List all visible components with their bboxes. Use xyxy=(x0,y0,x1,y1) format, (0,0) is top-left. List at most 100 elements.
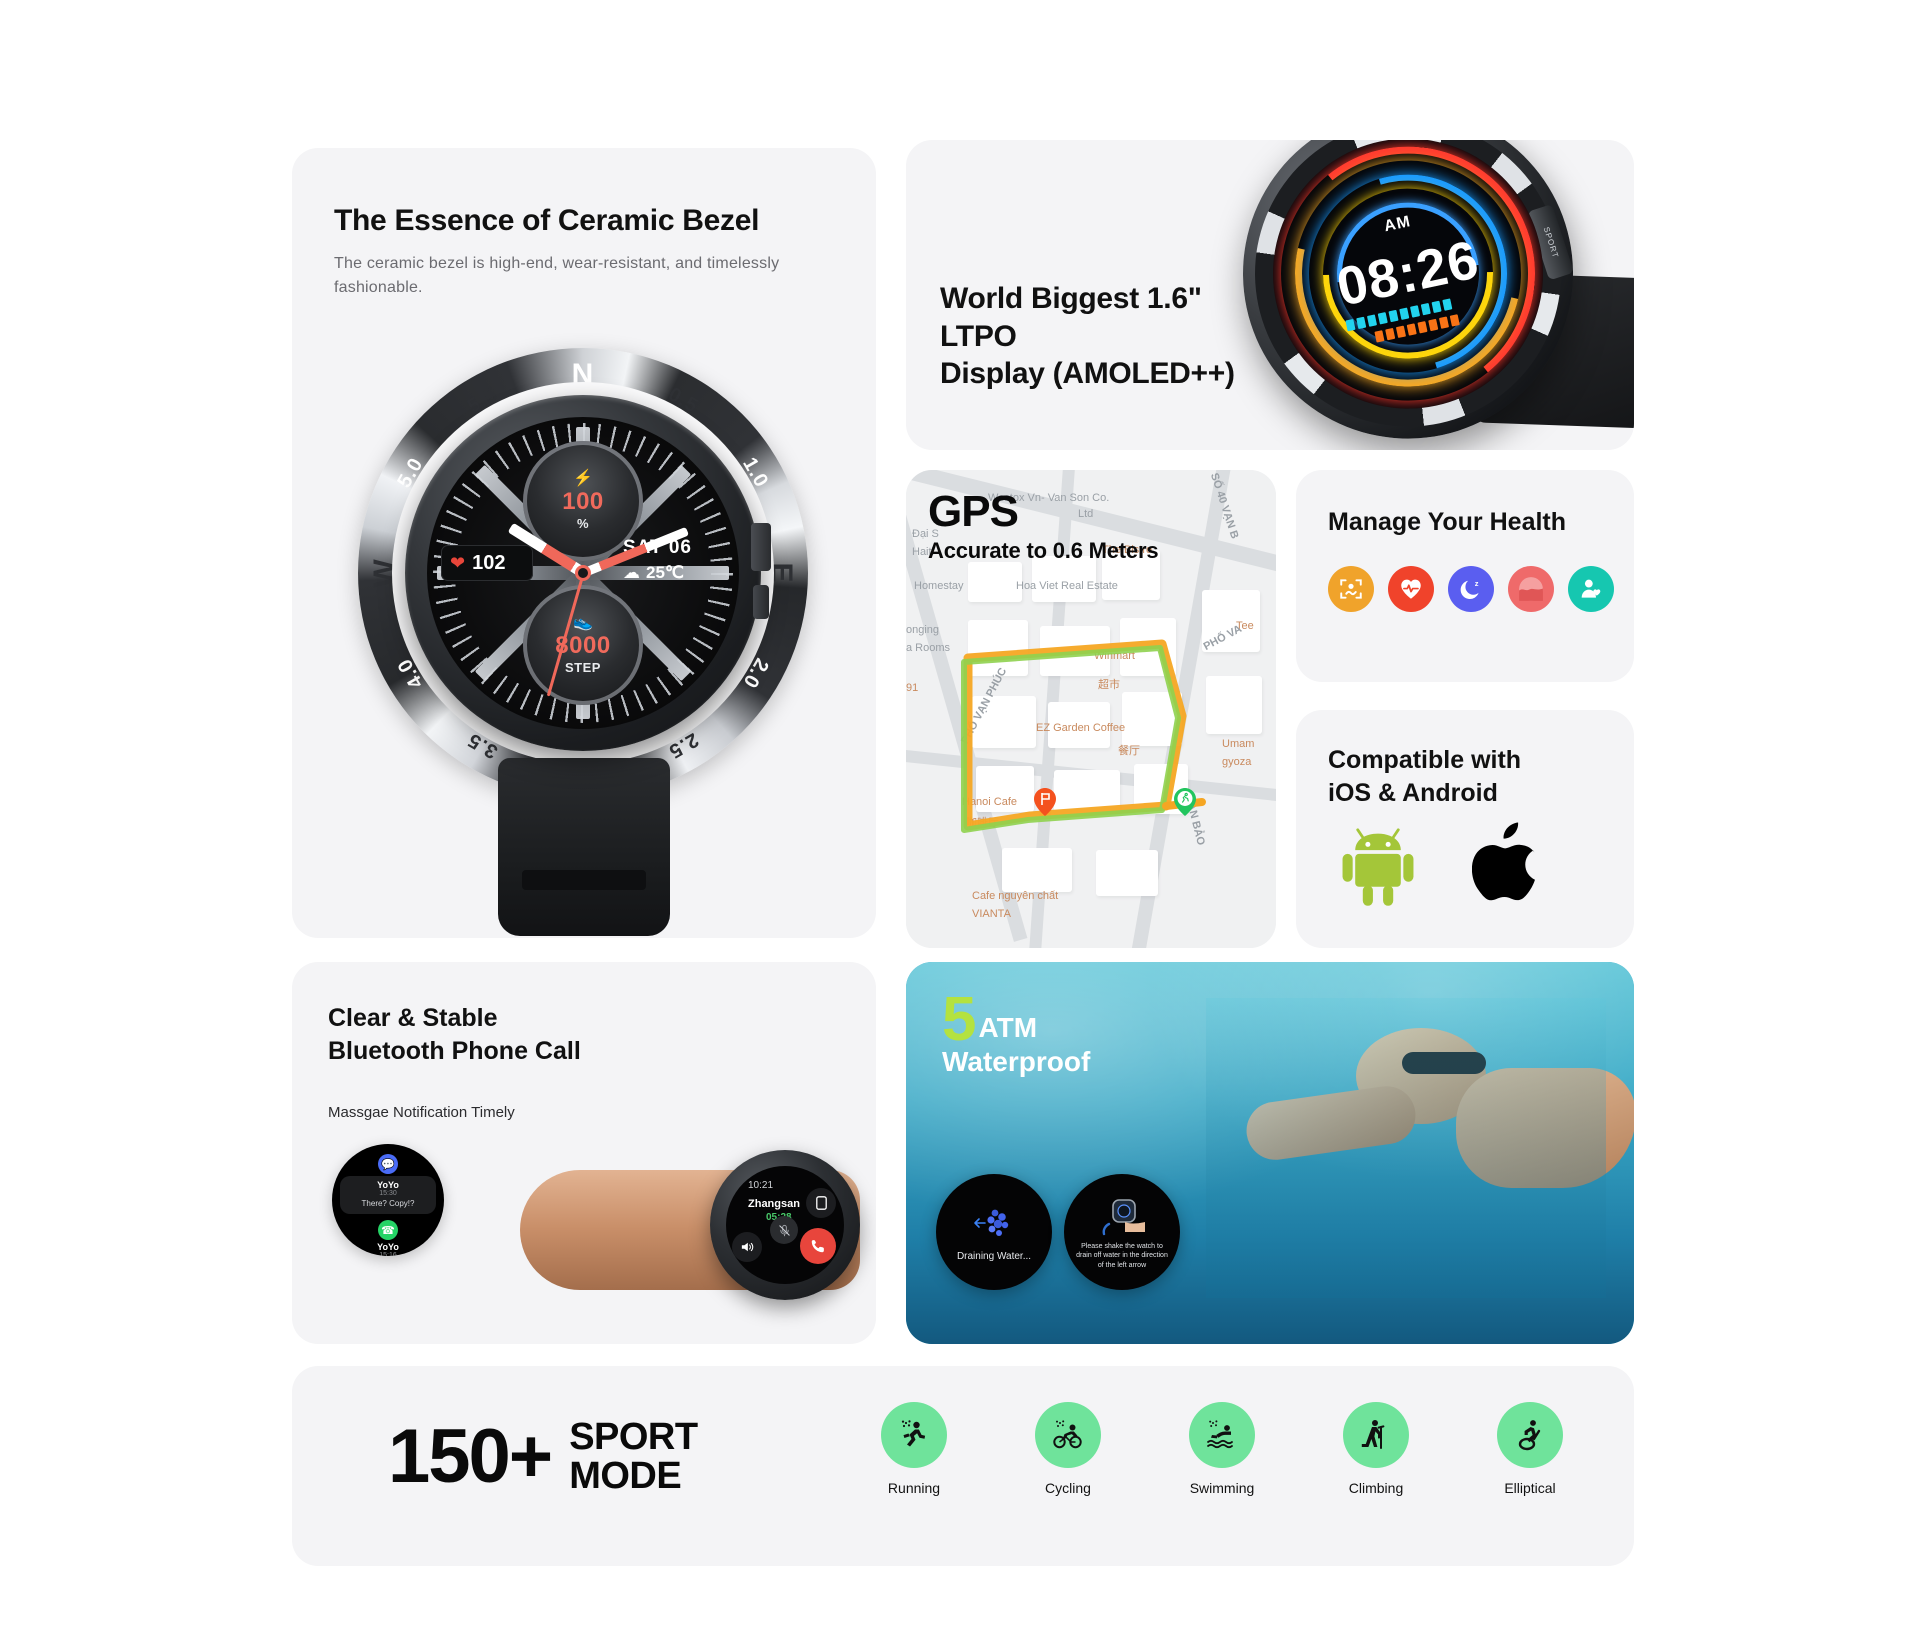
speaker-icon[interactable] xyxy=(732,1232,762,1262)
swimming-icon xyxy=(1189,1402,1255,1468)
bt-note: Massgae Notification Timely xyxy=(328,1104,515,1121)
heart-rate-icon[interactable] xyxy=(1388,566,1434,612)
wrist-with-watch: 10:21 Zhangsan 05:28 xyxy=(520,1140,860,1340)
notification-app-name: YoYo xyxy=(377,1242,399,1252)
sleep-moon-icon[interactable]: z xyxy=(1448,566,1494,612)
bt-title-line2: Bluetooth Phone Call xyxy=(328,1036,581,1065)
water-overlay xyxy=(1206,998,1606,1298)
map-label: VIANTA xyxy=(972,908,1011,920)
swimmer-photo: 01:00 LAPS CALORIE 451 1058 xyxy=(1206,998,1634,1298)
watch-side-button[interactable] xyxy=(753,585,769,619)
sport-label: Swimming xyxy=(1189,1480,1255,1496)
gps-subtitle: Accurate to 0.6 Meters xyxy=(928,538,1159,563)
cloud-icon: ☁ xyxy=(623,563,640,582)
heart-icon: ❤ xyxy=(450,553,466,573)
shake-instruction-screen: Please shake the watch to drain off wate… xyxy=(1064,1174,1180,1290)
finish-flag-pin-icon xyxy=(1034,788,1056,816)
sport-mode-list: Running Cycling Swimming Climbing Ellipt… xyxy=(872,1402,1572,1496)
climbing-icon xyxy=(1343,1402,1409,1468)
waterproof-rating: 5 xyxy=(942,985,977,1054)
battery-unit: % xyxy=(576,516,590,531)
sport-label: Cycling xyxy=(1045,1480,1091,1496)
water-droplets-icon xyxy=(974,1209,1009,1236)
heart-rate-value: 102 xyxy=(472,551,506,574)
sport-mode-card: 150+ SPORT MODE Running Cycling Swimming… xyxy=(292,1366,1634,1566)
compat-title: Compatible with iOS & Android xyxy=(1328,744,1521,809)
hangup-icon[interactable] xyxy=(800,1228,836,1264)
waterproof-card: 01:00 LAPS CALORIE 451 1058 5ATM Waterpr… xyxy=(906,962,1634,1344)
blood-oxygen-icon[interactable] xyxy=(1508,566,1554,612)
watch-crown-button[interactable] xyxy=(751,523,771,571)
map-building xyxy=(1206,676,1262,734)
hands-center-cap xyxy=(575,565,591,581)
compat-title-line2: iOS & Android xyxy=(1328,778,1498,807)
notification-item[interactable]: ☎ YoYo 15:16 xyxy=(332,1220,444,1256)
draining-water-label: Draining Water... xyxy=(956,1250,1032,1262)
sport-word-line2: MODE xyxy=(569,1454,682,1497)
map-label: gyoza xyxy=(1222,756,1252,768)
call-screen: 10:21 Zhangsan 05:28 xyxy=(726,1166,844,1284)
bt-title: Clear & Stable Bluetooth Phone Call xyxy=(328,1002,581,1067)
map-label: Cafe nguyên chất xyxy=(972,890,1059,902)
ltpo-text: World Biggest 1.6" LTPO Display (AMOLED+… xyxy=(940,280,1270,393)
sport-word-line1: SPORT xyxy=(569,1416,698,1458)
notification-time: 15:30 xyxy=(379,1190,397,1197)
ceramic-bezel-title: The Essence of Ceramic Bezel xyxy=(334,204,760,237)
ceramic-bezel-text: The Essence of Ceramic Bezel The ceramic… xyxy=(334,202,804,301)
ceramic-bezel-subtitle: The ceramic bezel is high-end, wear-resi… xyxy=(334,254,780,297)
notification-item[interactable]: 💬 YoYo 15:30 There? Copy!? xyxy=(332,1154,444,1214)
map-label: Umam xyxy=(1222,738,1255,750)
sport-mode-climbing[interactable]: Climbing xyxy=(1334,1402,1418,1496)
notification-time: 15:16 xyxy=(379,1252,397,1256)
hand-shake-watch-icon xyxy=(1102,1199,1145,1236)
draining-water-screen: Draining Water... xyxy=(936,1174,1052,1290)
sport-mode-cycling[interactable]: Cycling xyxy=(1026,1402,1110,1496)
android-icon xyxy=(1342,828,1414,906)
svg-text:z: z xyxy=(1475,579,1479,588)
map-label: 91 xyxy=(906,682,919,694)
map-building xyxy=(968,562,1022,602)
sport-mode-swimming[interactable]: Swimming xyxy=(1180,1402,1264,1496)
cycling-icon xyxy=(1035,1402,1101,1468)
notification-message: There? Copy!? xyxy=(361,1199,415,1208)
watch-strap xyxy=(498,758,670,936)
ltpo-display-card: World Biggest 1.6" LTPO Display (AMOLED+… xyxy=(906,140,1634,450)
sport-count: 150+ xyxy=(388,1413,553,1499)
body-scan-icon[interactable] xyxy=(1328,566,1374,612)
sport-label: Running xyxy=(887,1480,941,1496)
keypad-icon[interactable] xyxy=(806,1188,836,1218)
watch-body: ⚡ 100 % 👟 8000 STEP ❤ 102 SAT 06 xyxy=(405,395,771,751)
whatsapp-icon: ☎ xyxy=(378,1220,398,1240)
map-label: Hoa Viet Real Estate xyxy=(1016,580,1118,592)
gps-title-block: GPS Accurate to 0.6 Meters xyxy=(928,490,1159,564)
gps-card: Westox Vn- Van Son Co. Ltd Đại S Haiti T… xyxy=(906,470,1276,948)
bolt-icon: ⚡ xyxy=(573,470,593,487)
ltpo-title-line1: World Biggest 1.6" LTPO xyxy=(940,282,1202,353)
map-label: Homestay xyxy=(914,580,964,592)
shake-instruction-label: Please shake the watch to drain off wate… xyxy=(1076,1242,1168,1269)
main-watch-image: N 0.5 1.0 E 2.0 2.5 S xyxy=(330,338,840,936)
sport-button-label: SPORT xyxy=(1541,225,1560,260)
notification-watch: 💬 YoYo 15:30 There? Copy!? ☎ YoYo 15:16 xyxy=(332,1144,444,1256)
os-icon-row xyxy=(1340,822,1540,906)
watch-temperature: 25℃ xyxy=(646,563,685,582)
manage-health-card: Manage Your Health z xyxy=(1296,470,1634,682)
sport-mode-elliptical[interactable]: Elliptical xyxy=(1488,1402,1572,1496)
heart-rate-chip: ❤ 102 xyxy=(441,545,533,581)
mute-icon[interactable] xyxy=(770,1216,798,1244)
call-watch: 10:21 Zhangsan 05:28 xyxy=(710,1150,860,1300)
bluetooth-call-card: Clear & Stable Bluetooth Phone Call Mass… xyxy=(292,962,876,1344)
waterproof-unit: ATM xyxy=(978,1011,1038,1043)
elliptical-icon xyxy=(1497,1402,1563,1468)
compatibility-card: Compatible with iOS & Android xyxy=(1296,710,1634,948)
caller-name: Zhangsan xyxy=(748,1198,800,1210)
health-icon-row: z xyxy=(1328,566,1614,612)
ceramic-bezel-card: The Essence of Ceramic Bezel The ceramic… xyxy=(292,148,876,938)
notification-app-name: YoYo xyxy=(377,1180,399,1190)
sport-mode-running[interactable]: Running xyxy=(872,1402,956,1496)
apple-icon xyxy=(1472,822,1535,901)
female-health-icon[interactable] xyxy=(1568,566,1614,612)
call-clock: 10:21 xyxy=(748,1180,774,1191)
message-icon: 💬 xyxy=(378,1154,398,1174)
ltpo-title-line2: Display (AMOLED++) xyxy=(940,357,1235,390)
